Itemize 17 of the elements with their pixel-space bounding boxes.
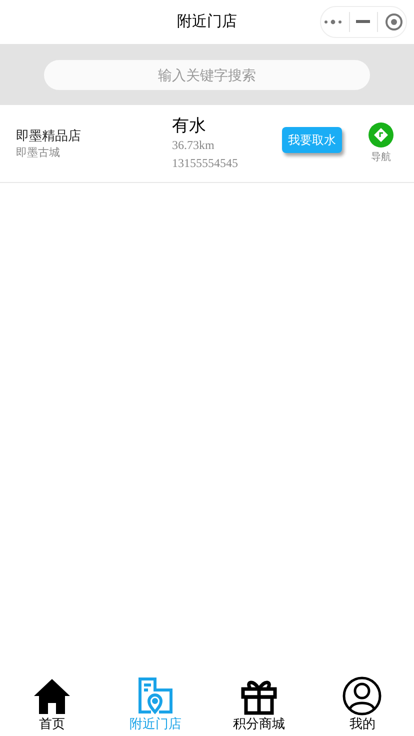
- store-phone: 13155554545: [172, 155, 239, 172]
- store-name: 即墨精品店: [16, 126, 82, 144]
- store-area: 即墨古城: [16, 145, 172, 162]
- tab-item[interactable]: 首页: [0, 672, 104, 736]
- store-distance: 36.73km: [172, 137, 216, 154]
- navigation-icon[interactable]: [368, 122, 394, 148]
- tab-item[interactable]: 我的: [310, 672, 414, 736]
- minimize-icon[interactable]: [356, 20, 370, 24]
- page-title: 附近门店: [177, 12, 237, 32]
- close-icon[interactable]: [384, 13, 403, 31]
- user-icon: [342, 676, 382, 716]
- navigation-label: 导航: [371, 150, 391, 165]
- tab-item[interactable]: 积分商城: [207, 672, 310, 736]
- capsule-menu[interactable]: [320, 6, 407, 38]
- search-field[interactable]: 输入关键字搜索: [44, 60, 370, 90]
- water-status: 有水: [172, 114, 207, 136]
- more-icon[interactable]: [324, 19, 342, 25]
